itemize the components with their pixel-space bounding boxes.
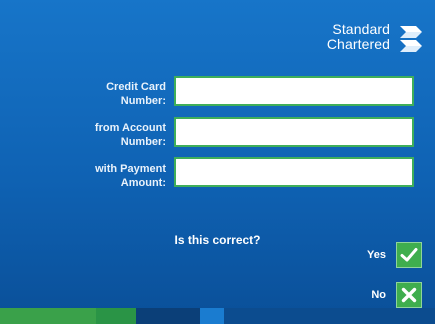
bottom-bar-segment bbox=[0, 308, 96, 324]
bottom-color-bar bbox=[0, 308, 435, 324]
payment-amount-label: with Payment Amount: bbox=[20, 162, 166, 190]
from-account-label: from Account Number: bbox=[20, 121, 166, 149]
bottom-bar-segment bbox=[136, 308, 200, 324]
credit-card-label: Credit Card Number: bbox=[20, 80, 166, 108]
payment-amount-label-line2: Amount: bbox=[120, 177, 166, 189]
credit-card-number-field[interactable] bbox=[174, 76, 414, 106]
brand-name-line1: Standard bbox=[332, 21, 390, 37]
atm-screen: Standard Chartered Credit Card Number: f… bbox=[0, 0, 435, 324]
no-button[interactable]: No bbox=[340, 282, 428, 310]
credit-card-label-line1: Credit Card bbox=[106, 81, 166, 93]
brand-name-line2: Chartered bbox=[326, 36, 390, 52]
no-label: No bbox=[371, 289, 386, 301]
bottom-bar-segment bbox=[96, 308, 136, 324]
payment-amount-field[interactable] bbox=[174, 157, 414, 187]
from-account-label-line2: Number: bbox=[120, 136, 166, 148]
yes-label: Yes bbox=[367, 249, 386, 261]
credit-card-label-line2: Number: bbox=[120, 95, 166, 107]
from-account-label-line1: from Account bbox=[94, 122, 166, 134]
from-account-number-field[interactable] bbox=[174, 117, 414, 147]
yes-button[interactable]: Yes bbox=[340, 242, 428, 270]
cross-icon bbox=[396, 282, 422, 308]
standard-chartered-logo-icon bbox=[400, 26, 422, 52]
brand-name: Standard Chartered bbox=[327, 22, 390, 52]
checkmark-icon bbox=[396, 242, 422, 268]
payment-amount-label-line1: with Payment bbox=[95, 163, 166, 175]
bottom-bar-segment bbox=[200, 308, 224, 324]
bottom-bar-segment bbox=[224, 308, 435, 324]
brand-logo: Standard Chartered bbox=[318, 22, 428, 62]
